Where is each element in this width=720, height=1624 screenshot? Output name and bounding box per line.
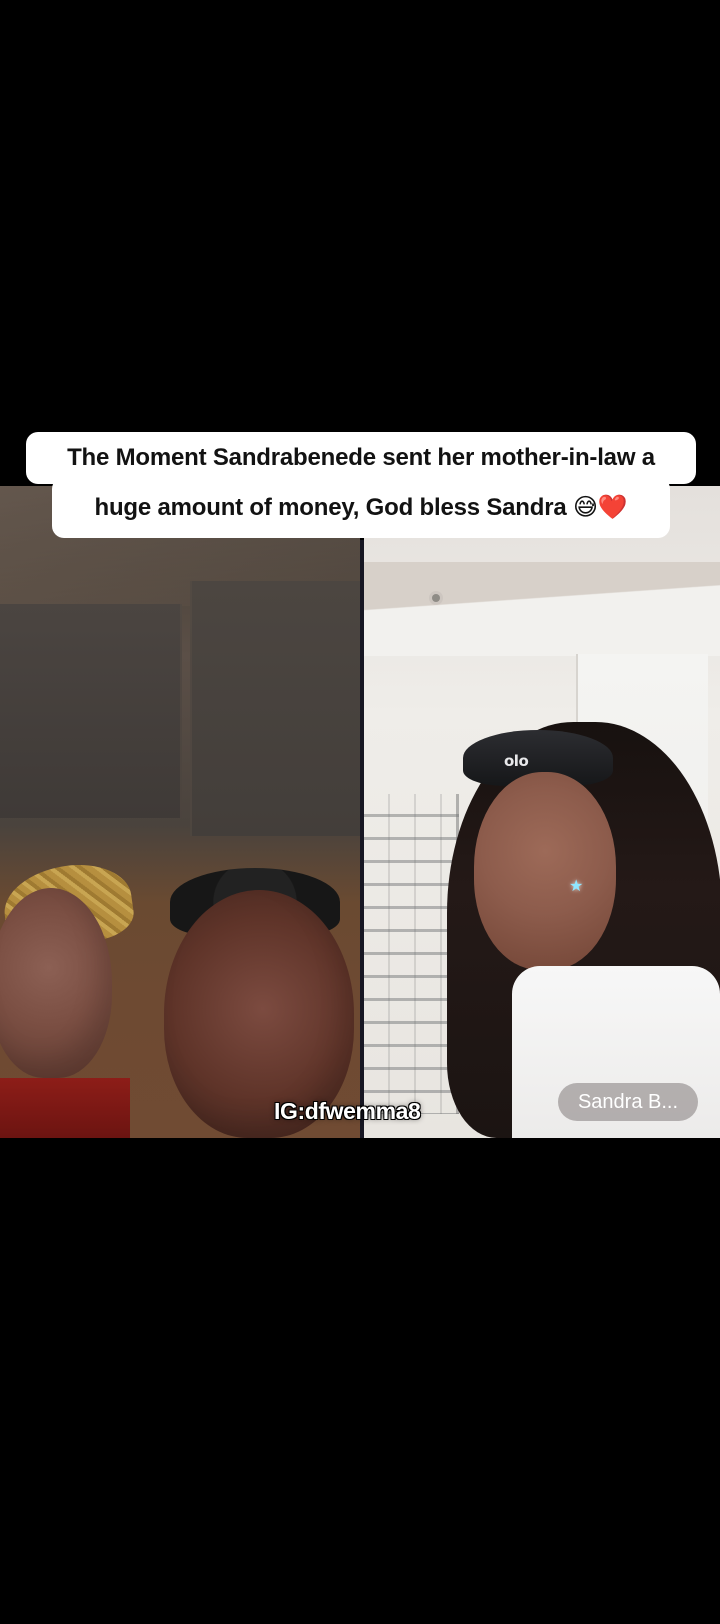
grinning-sweat-icon: 😅 xyxy=(572,493,598,521)
caption-overlay: The Moment Sandrabenede sent her mother-… xyxy=(26,432,696,538)
left-person-shirt xyxy=(0,1078,130,1138)
video-screen: olo ★ The Moment Sandrabenede sent her m… xyxy=(0,0,720,1624)
star-icon: ★ xyxy=(569,876,584,895)
caption-line-2-text: huge amount of money, God bless Sandra xyxy=(94,494,573,521)
woman-face xyxy=(474,772,616,970)
video-frame[interactable]: olo ★ xyxy=(0,486,720,1138)
heart-icon: ❤️ xyxy=(597,493,628,521)
participant-name-pill: Sandra B... xyxy=(558,1083,698,1121)
left-wall-panel xyxy=(0,604,182,818)
instagram-watermark: IG:dfwemma8 xyxy=(274,1098,421,1124)
right-wall-panel xyxy=(190,581,362,836)
caption-line-2: huge amount of money, God bless Sandra 😅… xyxy=(52,477,670,538)
metal-rack xyxy=(364,794,459,1114)
ceiling-area xyxy=(364,562,720,656)
ceiling-light-icon xyxy=(432,594,440,602)
headband-logo: olo xyxy=(504,752,529,770)
